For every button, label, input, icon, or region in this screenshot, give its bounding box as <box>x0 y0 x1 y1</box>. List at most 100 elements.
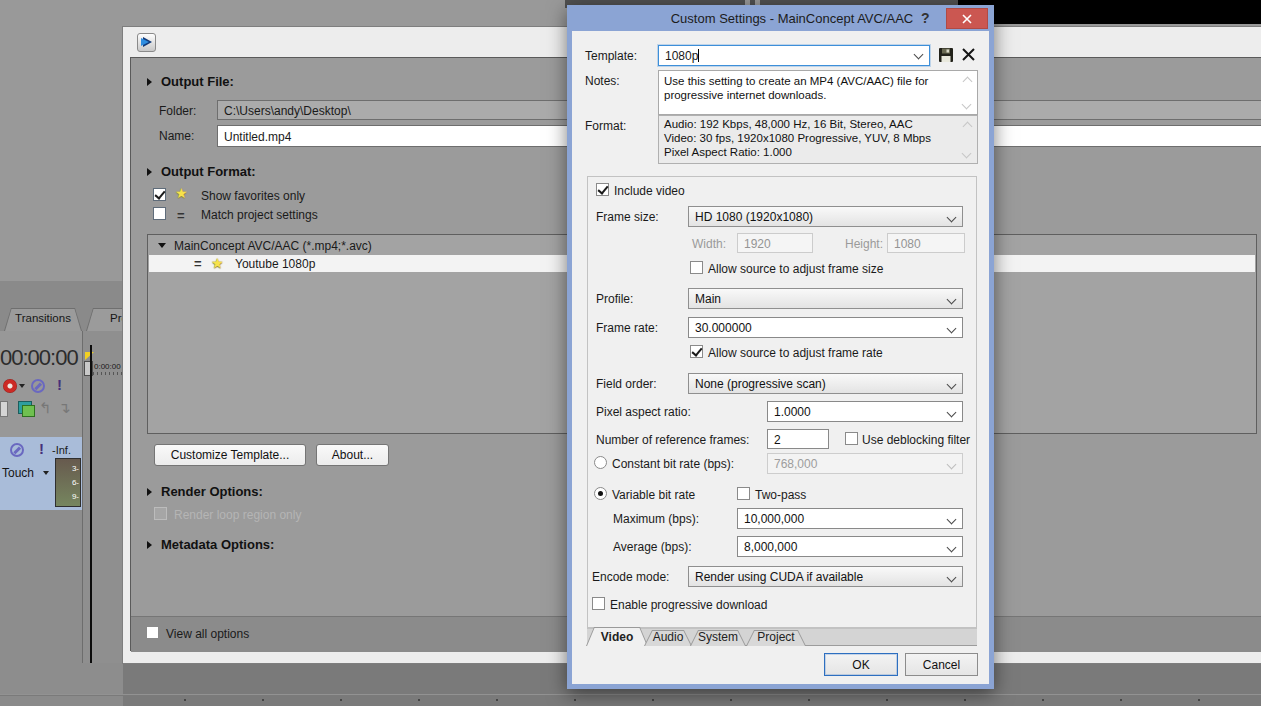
profile-label: Profile: <box>596 292 633 306</box>
metadata-expander-icon[interactable] <box>147 541 152 549</box>
dialog-title: Custom Settings - MainConcept AVC/AAC <box>592 11 992 26</box>
field-order-combo[interactable]: None (progressive scan) <box>688 373 963 394</box>
notes-label: Notes: <box>585 74 620 88</box>
progressive-checkbox[interactable] <box>592 597 605 610</box>
frame-size-combo[interactable]: HD 1080 (1920x1080) <box>688 206 963 227</box>
ruler-ticks <box>93 372 123 375</box>
time-display[interactable]: 00:00:00 <box>0 345 78 371</box>
tab-system[interactable]: System <box>690 630 746 646</box>
match-project-checkbox[interactable] <box>153 207 166 220</box>
match-project-icon: = <box>177 208 185 223</box>
output-file-heading: Output File: <box>161 74 234 89</box>
gear-icon[interactable] <box>3 379 17 393</box>
close-button[interactable] <box>946 8 988 29</box>
level-meter[interactable]: 3- 6- 9- <box>55 458 81 507</box>
template-star-icon: ★ <box>211 257 224 270</box>
close-icon <box>962 14 972 24</box>
automation-mode[interactable]: Touch <box>2 466 34 480</box>
custom-settings-dialog: Custom Settings - MainConcept AVC/AAC ? … <box>567 5 994 689</box>
format-group-expander-icon[interactable] <box>158 243 166 248</box>
bottom-left-lower <box>0 696 123 706</box>
folder-value: C:\Users\andy\Desktop\ <box>224 104 351 118</box>
ref-frames-field[interactable]: 2 <box>767 429 829 449</box>
allow-frame-size-label: Allow source to adjust frame size <box>708 262 883 276</box>
notes-scroll-down-icon[interactable] <box>962 100 972 110</box>
cancel-button[interactable]: Cancel <box>905 653 978 676</box>
vbr-label: Variable bit rate <box>612 488 695 502</box>
encode-mode-label: Encode mode: <box>592 570 669 584</box>
timeline-area <box>83 331 123 694</box>
tab-transitions[interactable]: Transitions <box>4 308 82 331</box>
solo-icon[interactable]: ! <box>57 378 62 392</box>
film-alpha-icon[interactable] <box>18 401 32 414</box>
deblocking-label: Use deblocking filter <box>862 433 970 447</box>
template-combo[interactable]: 1080p <box>658 45 930 66</box>
template-dropdown-icon[interactable] <box>914 50 924 60</box>
vbr-radio[interactable] <box>594 487 607 500</box>
automation-dropdown-icon[interactable] <box>43 471 49 475</box>
format-group-label[interactable]: MainConcept AVC/AAC (*.mp4;*.avc) <box>174 239 372 253</box>
timeline-cursor <box>90 345 92 694</box>
frame-rate-combo[interactable]: 30.000000 <box>688 317 963 338</box>
notes-scroll-up-icon[interactable] <box>963 77 973 87</box>
include-video-checkbox[interactable] <box>596 183 609 196</box>
allow-frame-size-checkbox[interactable] <box>690 261 703 274</box>
profile-combo[interactable]: Main <box>688 288 963 309</box>
customize-template-button[interactable]: Customize Template... <box>154 444 306 466</box>
edge-icon[interactable] <box>0 401 8 417</box>
name-value: Untitled.mp4 <box>224 130 291 144</box>
tab-project-dialog[interactable]: Project <box>746 630 806 646</box>
encode-mode-combo[interactable]: Render using CUDA if available <box>688 566 963 587</box>
show-favorites-label: Show favorites only <box>201 189 305 203</box>
favorites-star-icon: ★ <box>175 187 188 200</box>
show-favorites-checkbox[interactable] <box>153 188 166 201</box>
delete-template-icon[interactable] <box>961 47 976 62</box>
tab-audio[interactable]: Audio <box>644 630 692 646</box>
track-mute-icon[interactable] <box>10 443 24 457</box>
template-value: 1080p <box>665 49 698 63</box>
format-line-2: Video: 30 fps, 1920x1080 Progressive, YU… <box>664 132 931 144</box>
arrow-down-icon[interactable]: ↴ <box>58 399 71 417</box>
max-bps-combo[interactable]: 10,000,000 <box>737 508 963 529</box>
dialog-content: Template: 1080p Notes: Use this setting … <box>572 31 989 684</box>
cbr-radio[interactable] <box>594 456 607 469</box>
arrow-up-icon[interactable]: ↰ <box>39 399 52 417</box>
text-caret <box>698 49 699 62</box>
notes-box[interactable]: Use this setting to create an MP4 (AVC/A… <box>658 70 978 115</box>
gear-dropdown-icon[interactable] <box>19 384 25 388</box>
about-button[interactable]: About... <box>316 444 389 466</box>
metadata-heading: Metadata Options: <box>161 537 274 552</box>
name-label: Name: <box>159 129 194 143</box>
view-all-options-checkbox[interactable] <box>146 626 159 639</box>
output-format-expander-icon[interactable] <box>147 168 152 176</box>
pixel-aspect-label: Pixel aspect ratio: <box>596 405 691 419</box>
format-scroll-up-icon[interactable] <box>963 122 973 132</box>
allow-frame-rate-checkbox[interactable] <box>690 345 703 358</box>
notes-text: Use this setting to create an MP4 (AVC/A… <box>664 74 949 102</box>
render-options-expander-icon[interactable] <box>147 488 152 496</box>
pixel-aspect-combo[interactable]: 1.0000 <box>767 401 963 422</box>
track-solo-icon[interactable]: ! <box>39 442 44 456</box>
output-file-expander-icon[interactable] <box>147 78 152 86</box>
ok-button[interactable]: OK <box>824 653 898 676</box>
two-pass-checkbox[interactable] <box>737 487 750 500</box>
track-control-panel: ! -Inf. Touch 3- 6- 9- <box>0 437 82 510</box>
cbr-combo: 768,000 <box>767 453 963 474</box>
render-loop-checkbox <box>154 507 167 520</box>
ref-frames-label: Number of reference frames: <box>596 433 749 447</box>
bottom-left-panel <box>0 663 123 694</box>
format-line-1: Audio: 192 Kbps, 48,000 Hz, 16 Bit, Ster… <box>664 118 913 130</box>
help-button[interactable]: ? <box>921 10 930 26</box>
format-scroll-down-icon[interactable] <box>962 149 972 159</box>
format-box: Audio: 192 Kbps, 48,000 Hz, 16 Bit, Ster… <box>658 115 978 164</box>
left-tab-row: Transitions Project <box>0 308 123 331</box>
tab-video[interactable]: Video <box>586 627 648 646</box>
template-label: Template: <box>585 49 637 63</box>
save-template-icon[interactable] <box>938 47 954 63</box>
avg-bps-combo[interactable]: 8,000,000 <box>737 536 963 557</box>
render-loop-label: Render loop region only <box>174 508 301 522</box>
render-options-heading: Render Options: <box>161 484 263 499</box>
deblocking-checkbox[interactable] <box>845 432 858 445</box>
mute-icon[interactable] <box>31 379 45 393</box>
render-as-app-icon <box>137 33 156 52</box>
